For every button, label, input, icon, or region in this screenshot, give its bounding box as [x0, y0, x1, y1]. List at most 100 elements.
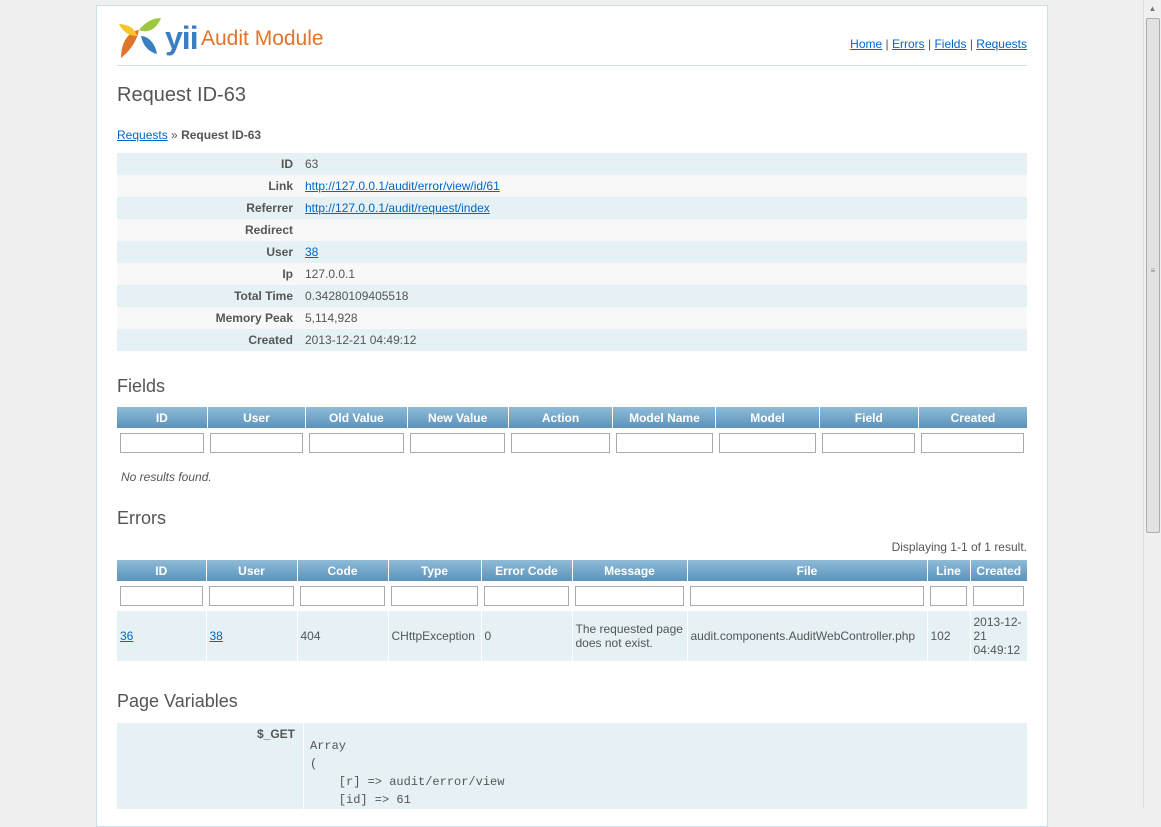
errors-filter-cell — [687, 581, 927, 611]
detail-value-link[interactable]: http://127.0.0.1/audit/error/view/id/61 — [305, 179, 500, 193]
scrollbar-thumb[interactable]: ≡ — [1146, 18, 1160, 533]
errors-filter-input[interactable] — [209, 586, 294, 606]
scroll-up-arrow-icon[interactable]: ▲ — [1144, 0, 1161, 17]
errors-filter-cell — [572, 581, 687, 611]
detail-value: 2013-12-21 04:49:12 — [305, 333, 417, 347]
errors-filter-input[interactable] — [120, 586, 203, 606]
errors-filter-cell — [206, 581, 297, 611]
page-container: yii Audit Module Home | Errors | Fields … — [96, 5, 1048, 827]
errors-filter-input[interactable] — [391, 586, 478, 606]
errors-column-header[interactable]: Error Code — [481, 560, 573, 581]
errors-column-header[interactable]: Code — [297, 560, 389, 581]
fields-filter-cell — [613, 428, 716, 458]
errors-column-header[interactable]: User — [206, 560, 298, 581]
error-line-cell: 102 — [927, 611, 971, 661]
error-id-cell: 36 — [117, 611, 207, 661]
module-title: Audit Module — [201, 27, 324, 50]
detail-row: Created 2013-12-21 04:49:12 — [117, 329, 1027, 351]
detail-row: Total Time 0.34280109405518 — [117, 285, 1027, 307]
error-created-cell: 2013-12-21 04:49:12 — [970, 611, 1027, 661]
detail-value: 63 — [305, 157, 319, 171]
fields-column-header[interactable]: New Value — [407, 407, 509, 428]
errors-filter-cell — [927, 581, 970, 611]
detail-value: 0.34280109405518 — [305, 289, 409, 303]
fields-column-header[interactable]: ID — [117, 407, 208, 428]
errors-filter-input[interactable] — [973, 586, 1024, 606]
error-code-cell: 404 — [297, 611, 389, 661]
fields-column-header[interactable]: Action — [508, 407, 614, 428]
fields-column-header[interactable]: Model — [715, 407, 820, 428]
menu-fields[interactable]: Fields — [934, 37, 966, 51]
fields-column-header[interactable]: Model Name — [612, 407, 717, 428]
fields-column-header[interactable]: Old Value — [305, 407, 408, 428]
vertical-scrollbar[interactable]: ▲ ≡ — [1143, 0, 1161, 808]
detail-label: ID — [281, 157, 293, 171]
menu-separator: | — [969, 37, 973, 51]
menu-home[interactable]: Home — [850, 37, 882, 51]
detail-label: Memory Peak — [215, 311, 293, 325]
errors-column-header[interactable]: ID — [117, 560, 207, 581]
page-variable-value-cell: Array ( [r] => audit/error/view [id] => … — [303, 723, 1027, 809]
detail-label: User — [266, 245, 293, 259]
errors-filter-cell — [117, 581, 206, 611]
fields-filter-input[interactable] — [615, 433, 713, 453]
detail-label: Total Time — [234, 289, 293, 303]
fields-filter-input[interactable] — [511, 433, 610, 453]
header: yii Audit Module Home | Errors | Fields … — [117, 6, 1027, 66]
fields-filter-cell — [716, 428, 819, 458]
page-title: Request ID-63 — [117, 84, 246, 106]
menu-errors[interactable]: Errors — [892, 37, 925, 51]
errors-heading: Errors — [117, 508, 166, 528]
fields-filter-cell — [918, 428, 1027, 458]
errors-filter-input[interactable] — [930, 586, 967, 606]
errors-summary: Displaying 1-1 of 1 result. — [891, 540, 1027, 554]
errors-filter-cell — [297, 581, 388, 611]
errors-column-header[interactable]: Created — [970, 560, 1027, 581]
detail-row: Link http://127.0.0.1/audit/error/view/id… — [117, 175, 1027, 197]
fields-filter-input[interactable] — [120, 433, 205, 453]
errors-grid: ID User Code Type Error Code Message File Line C… — [117, 560, 1027, 661]
detail-label: Link — [268, 179, 293, 193]
fields-filter-cell — [508, 428, 613, 458]
detail-value — [299, 219, 1027, 241]
yii-leaf-icon — [119, 18, 161, 58]
fields-filter-input[interactable] — [210, 433, 303, 453]
detail-value: 127.0.0.1 — [305, 267, 356, 281]
fields-filter-input[interactable] — [718, 433, 817, 453]
fields-column-header[interactable]: User — [207, 407, 307, 428]
table-row: 36 38 404 CHttpException 0 The requested… — [117, 611, 1027, 661]
menu-separator: | — [885, 37, 889, 51]
fields-filter-input[interactable] — [410, 433, 506, 453]
fields-column-header[interactable]: Field — [819, 407, 919, 428]
fields-column-header[interactable]: Created — [918, 407, 1027, 428]
fields-filter-input[interactable] — [921, 433, 1024, 453]
fields-filter-cell — [306, 428, 407, 458]
detail-value-link[interactable]: 38 — [305, 245, 318, 259]
page-variable-label: $_GET — [117, 723, 304, 809]
detail-row: Memory Peak 5,114,928 — [117, 307, 1027, 329]
page-variable-value: Array ( [r] => audit/error/view [id] => … — [310, 739, 505, 807]
error-id-link[interactable]: 36 — [120, 629, 133, 643]
errors-filter-input[interactable] — [300, 586, 385, 606]
detail-value: 5,114,928 — [305, 311, 358, 325]
fields-filter-input[interactable] — [822, 433, 916, 453]
error-file-cell: audit.components.AuditWebController.php — [687, 611, 928, 661]
menu-separator: | — [928, 37, 932, 51]
detail-value-link[interactable]: http://127.0.0.1/audit/request/index — [305, 201, 490, 215]
breadcrumb: Requests » Request ID-63 — [117, 128, 261, 142]
fields-heading: Fields — [117, 376, 166, 396]
errors-column-header[interactable]: Line — [927, 560, 971, 581]
fields-grid: ID User Old Value New Value Action Model Name… — [117, 407, 1027, 458]
error-user-link[interactable]: 38 — [210, 629, 223, 643]
fields-filter-input[interactable] — [308, 433, 405, 453]
errors-column-header[interactable]: Message — [572, 560, 688, 581]
errors-column-header[interactable]: Type — [388, 560, 482, 581]
errors-filter-input[interactable] — [690, 586, 924, 606]
errors-filter-input[interactable] — [484, 586, 569, 606]
breadcrumb-requests-link[interactable]: Requests — [117, 128, 168, 142]
menu-requests[interactable]: Requests — [976, 37, 1027, 51]
errors-filter-input[interactable] — [575, 586, 684, 606]
errors-column-header[interactable]: File — [687, 560, 928, 581]
detail-row: ID 63 — [117, 153, 1027, 175]
fields-filter-cell — [117, 428, 207, 458]
